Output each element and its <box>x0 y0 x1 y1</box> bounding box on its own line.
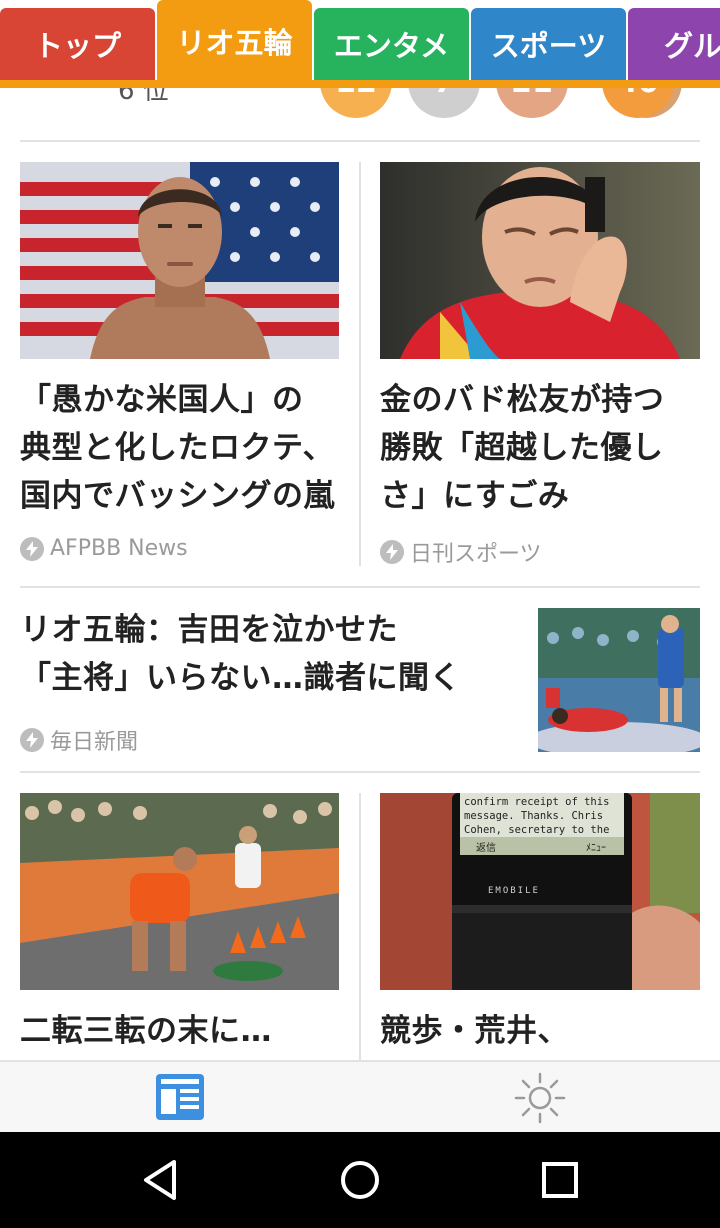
article-thumbnail <box>380 162 700 359</box>
phone-soft-left: 返信 <box>476 843 496 854</box>
article-title: リオ五輪：吉田を泣かせた 「主将」いらない…識者に聞く <box>20 612 461 696</box>
phone-screen-text: confirm receipt of this message. Thanks.… <box>464 796 610 836</box>
tab-gourmet[interactable]: グル <box>628 8 720 80</box>
article-source: 毎日新聞 <box>20 724 138 756</box>
article-title: 二転三転の末に… <box>20 1013 272 1049</box>
recents-square-icon[interactable] <box>536 1156 584 1204</box>
article-thumbnail: EMOBILE confirm receipt of this message.… <box>380 793 700 990</box>
article-thumbnail <box>20 793 339 990</box>
article-thumbnail <box>538 608 700 752</box>
tab-rio-olympics[interactable]: リオ五輪 <box>157 0 312 82</box>
article-source: AFPBB News <box>20 536 188 561</box>
back-triangle-icon[interactable] <box>136 1156 184 1204</box>
gold-medal-count: 12 <box>320 88 392 118</box>
phone-soft-right: ﾒﾆｭｰ <box>586 843 606 854</box>
medal-rank: 6 位 <box>118 88 169 106</box>
tab-underline <box>0 80 720 88</box>
bolt-icon <box>380 540 404 564</box>
tab-top[interactable]: トップ <box>0 8 155 80</box>
home-circle-icon[interactable] <box>336 1156 384 1204</box>
article-card-matsutomo[interactable]: 金のバド松友が持つ 勝敗「超越した優し さ」にすごみ 日刊スポーツ <box>380 162 700 568</box>
bolt-icon <box>20 728 44 752</box>
article-title: 「愚かな米国人」の 典型と化したロクテ、 国内でバッシングの嵐 <box>20 382 335 514</box>
bronze-medal-count: 21 <box>496 88 568 118</box>
divider <box>20 140 700 142</box>
sun-icon[interactable] <box>514 1072 566 1124</box>
system-navigation-bar <box>0 1132 720 1228</box>
divider <box>20 586 700 588</box>
article-card-race-walk[interactable]: 二転三転の末に… <box>20 793 340 1060</box>
article-title: 競歩・荒井、 <box>380 1013 569 1049</box>
silver-medal-count: 7 <box>408 88 480 118</box>
article-thumbnail <box>20 162 339 359</box>
news-list-icon[interactable] <box>156 1074 204 1120</box>
article-source: 日刊スポーツ <box>380 536 542 568</box>
article-card-yoshida[interactable]: リオ五輪：吉田を泣かせた 「主将」いらない…識者に聞く 毎日新聞 <box>20 606 700 756</box>
category-tab-bar: トップ リオ五輪 エンタメ スポーツ グル <box>0 0 720 88</box>
column-divider <box>359 162 361 566</box>
phone-brand: EMOBILE <box>488 886 540 896</box>
tab-entertainment[interactable]: エンタメ <box>314 8 469 80</box>
medal-count-row[interactable]: 6 位 12 7 21 40 <box>0 88 720 142</box>
tab-sports[interactable]: スポーツ <box>471 8 626 80</box>
article-card-arai[interactable]: EMOBILE confirm receipt of this message.… <box>380 793 700 1060</box>
article-card-lochte[interactable]: 「愚かな米国人」の 典型と化したロクテ、 国内でバッシングの嵐 AFPBB Ne… <box>20 162 340 566</box>
article-title: 金のバド松友が持つ 勝敗「超越した優し さ」にすごみ <box>380 382 665 514</box>
bottom-app-bar <box>0 1060 720 1132</box>
divider <box>20 771 700 773</box>
bolt-icon <box>20 536 44 561</box>
column-divider <box>359 793 361 1060</box>
